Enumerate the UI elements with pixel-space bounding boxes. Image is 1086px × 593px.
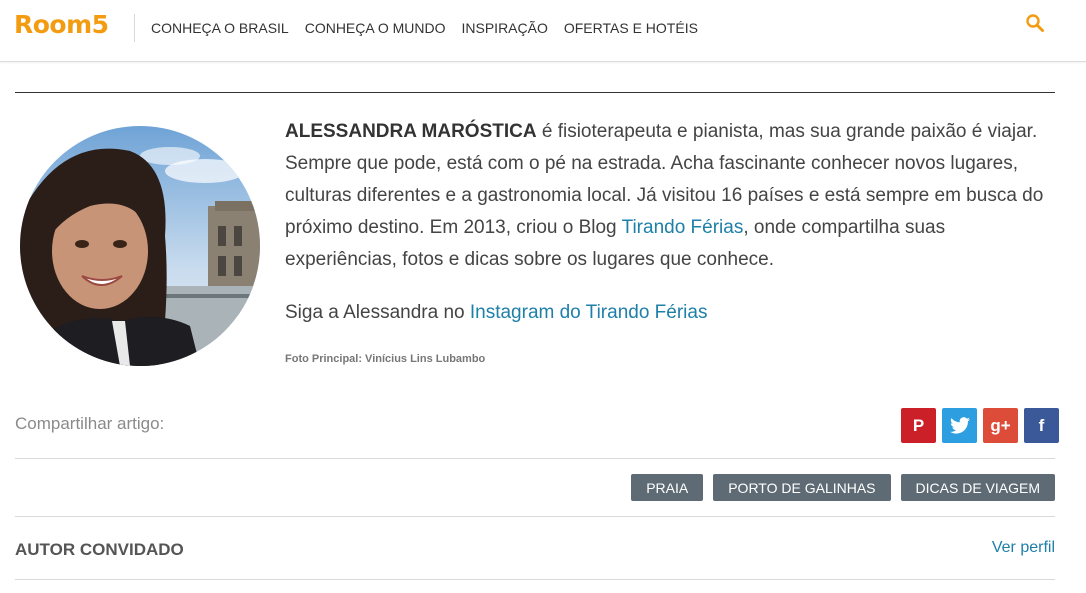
tag-dicas-de-viagem[interactable]: DICAS DE VIAGEM (900, 474, 1055, 501)
author-avatar (20, 126, 260, 366)
follow-prefix: Siga a Alessandra no (285, 302, 470, 323)
tag-porto-de-galinhas[interactable]: PORTO DE GALINHAS (713, 474, 891, 501)
guest-author-label: AUTOR CONVIDADO (15, 540, 184, 559)
nav-item-inspiracao[interactable]: INSPIRAÇÃO (462, 20, 548, 36)
tag-list: PRAIA PORTO DE GALINHAS DICAS DE VIAGEM (631, 474, 1055, 501)
twitter-share-button[interactable] (942, 408, 977, 443)
google-plus-icon: g+ (990, 415, 1011, 435)
view-profile-link[interactable]: Ver perfil (992, 539, 1055, 557)
facebook-icon: f (1038, 415, 1045, 435)
main-nav: CONHEÇA O BRASIL CONHEÇA O MUNDO INSPIRA… (151, 20, 698, 36)
share-buttons: P g+ f (901, 408, 1059, 443)
pinterest-share-button[interactable]: P (901, 408, 936, 443)
pinterest-icon: P (912, 415, 925, 435)
tag-praia[interactable]: PRAIA (631, 474, 704, 501)
site-header: Room5 CONHEÇA O BRASIL CONHEÇA O MUNDO I… (0, 0, 1086, 62)
author-name: ALESSANDRA MARÓSTICA (285, 121, 537, 142)
follow-text: Siga a Alessandra no Instagram do Tirand… (285, 297, 707, 329)
photo-credit: Foto Principal: Vinícius Lins Lubambo (285, 353, 486, 365)
google-plus-share-button[interactable]: g+ (983, 408, 1018, 443)
logo-divider (134, 14, 135, 42)
search-icon[interactable] (1024, 12, 1046, 34)
share-label: Compartilhar artigo: (15, 414, 165, 433)
facebook-share-button[interactable]: f (1024, 408, 1059, 443)
share-divider (15, 458, 1055, 459)
nav-item-ofertas-hoteis[interactable]: OFERTAS E HOTÉIS (564, 20, 698, 36)
footer-divider (15, 579, 1055, 580)
nav-item-conheca-mundo[interactable]: CONHEÇA O MUNDO (305, 20, 446, 36)
tags-divider (15, 516, 1055, 517)
author-bio: ALESSANDRA MARÓSTICA é fisioterapeuta e … (285, 116, 1055, 276)
twitter-icon (949, 417, 970, 434)
site-logo[interactable]: Room5 (14, 10, 109, 39)
instagram-link[interactable]: Instagram do Tirando Férias (470, 302, 708, 323)
section-divider (15, 92, 1055, 93)
blog-link[interactable]: Tirando Férias (622, 217, 744, 238)
nav-item-conheca-brasil[interactable]: CONHEÇA O BRASIL (151, 20, 289, 36)
